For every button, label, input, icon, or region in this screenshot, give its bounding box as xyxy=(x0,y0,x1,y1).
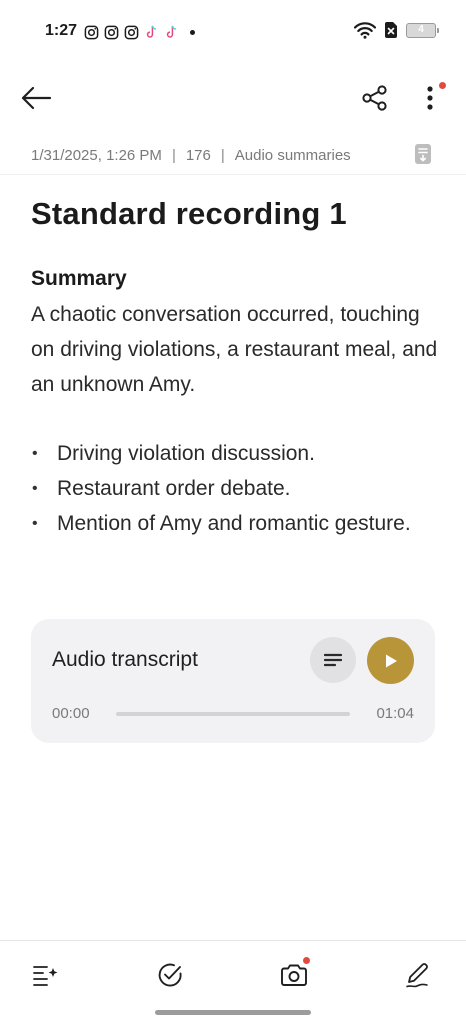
battery-level: 4 xyxy=(418,23,424,35)
notification-dot xyxy=(439,82,446,89)
home-indicator[interactable] xyxy=(155,1010,311,1015)
instagram-icon xyxy=(84,25,99,39)
camera-button[interactable] xyxy=(272,955,316,995)
list-item[interactable]: • Mention of Amy and romantic gesture. xyxy=(31,506,441,541)
tiktok-icon xyxy=(146,25,157,38)
list-item[interactable]: • Driving violation discussion. xyxy=(31,436,441,471)
play-button[interactable] xyxy=(367,637,414,684)
note-meta: 1/31/2025, 1:26 PM | 176 | Audio summari… xyxy=(31,144,446,166)
transcript-button[interactable] xyxy=(310,637,356,683)
bottom-toolbar xyxy=(0,940,466,1024)
list-item-text: Restaurant order debate. xyxy=(57,477,291,500)
back-button[interactable] xyxy=(14,78,58,118)
bullet-mark: • xyxy=(32,480,38,497)
camera-icon xyxy=(281,964,307,986)
bullet-mark: • xyxy=(32,515,38,532)
play-icon xyxy=(385,654,397,667)
audio-duration: 01:04 xyxy=(376,705,414,722)
note-datetime: 1/31/2025, 1:26 PM xyxy=(31,146,162,164)
audio-transcript-card[interactable]: Audio transcript 00:00 01:04 xyxy=(31,619,435,743)
status-time: 1:27 xyxy=(45,22,78,39)
wifi-icon xyxy=(354,21,376,39)
battery-icon: 4 xyxy=(406,22,439,38)
note-category[interactable]: Audio summaries xyxy=(235,147,351,164)
check-circle-icon xyxy=(158,963,182,987)
more-options-button[interactable] xyxy=(410,78,450,118)
status-bar: 1:27 4 xyxy=(0,0,466,62)
more-vert-icon xyxy=(427,86,433,110)
instagram-icon xyxy=(104,25,119,39)
app-bar xyxy=(0,70,466,126)
note-character-count: 176 xyxy=(185,146,211,164)
no-sim-icon xyxy=(385,22,397,38)
checklist-button[interactable] xyxy=(148,955,192,995)
camera-notification-dot xyxy=(303,957,310,964)
draw-button[interactable] xyxy=(396,955,440,995)
share-button[interactable] xyxy=(354,78,396,118)
status-app-icons xyxy=(84,24,195,40)
instagram-icon xyxy=(124,25,139,39)
list-item[interactable]: • Restaurant order debate. xyxy=(31,471,441,506)
status-indicators: 4 xyxy=(354,21,439,39)
list-item-text: Mention of Amy and romantic gesture. xyxy=(57,512,411,535)
pen-icon xyxy=(406,963,428,988)
bullet-mark: • xyxy=(32,445,38,462)
transcript-lines-icon xyxy=(324,653,342,667)
ai-assist-button[interactable] xyxy=(24,955,68,995)
back-arrow-icon xyxy=(21,86,52,110)
meta-separator: | xyxy=(171,146,176,164)
summary-heading: Summary xyxy=(31,267,127,290)
tiktok-icon xyxy=(166,25,177,38)
share-icon xyxy=(362,85,387,111)
audio-transcript-title: Audio transcript xyxy=(52,648,198,671)
ai-list-sparkle-icon xyxy=(33,966,58,986)
current-time: 00:00 xyxy=(52,705,90,722)
audio-progress-slider[interactable] xyxy=(116,712,350,716)
summary-text[interactable]: A chaotic conversation occurred, touchin… xyxy=(31,297,441,402)
more-notifications-dot xyxy=(190,29,195,35)
divider xyxy=(0,174,466,175)
meta-separator: | xyxy=(220,146,225,164)
document-icon xyxy=(415,144,431,164)
summary-bullet-list: • Driving violation discussion. • Restaura… xyxy=(31,436,441,541)
list-item-text: Driving violation discussion. xyxy=(57,442,315,465)
note-document-button[interactable] xyxy=(412,142,434,166)
page-title[interactable]: Standard recording 1 xyxy=(31,196,347,232)
